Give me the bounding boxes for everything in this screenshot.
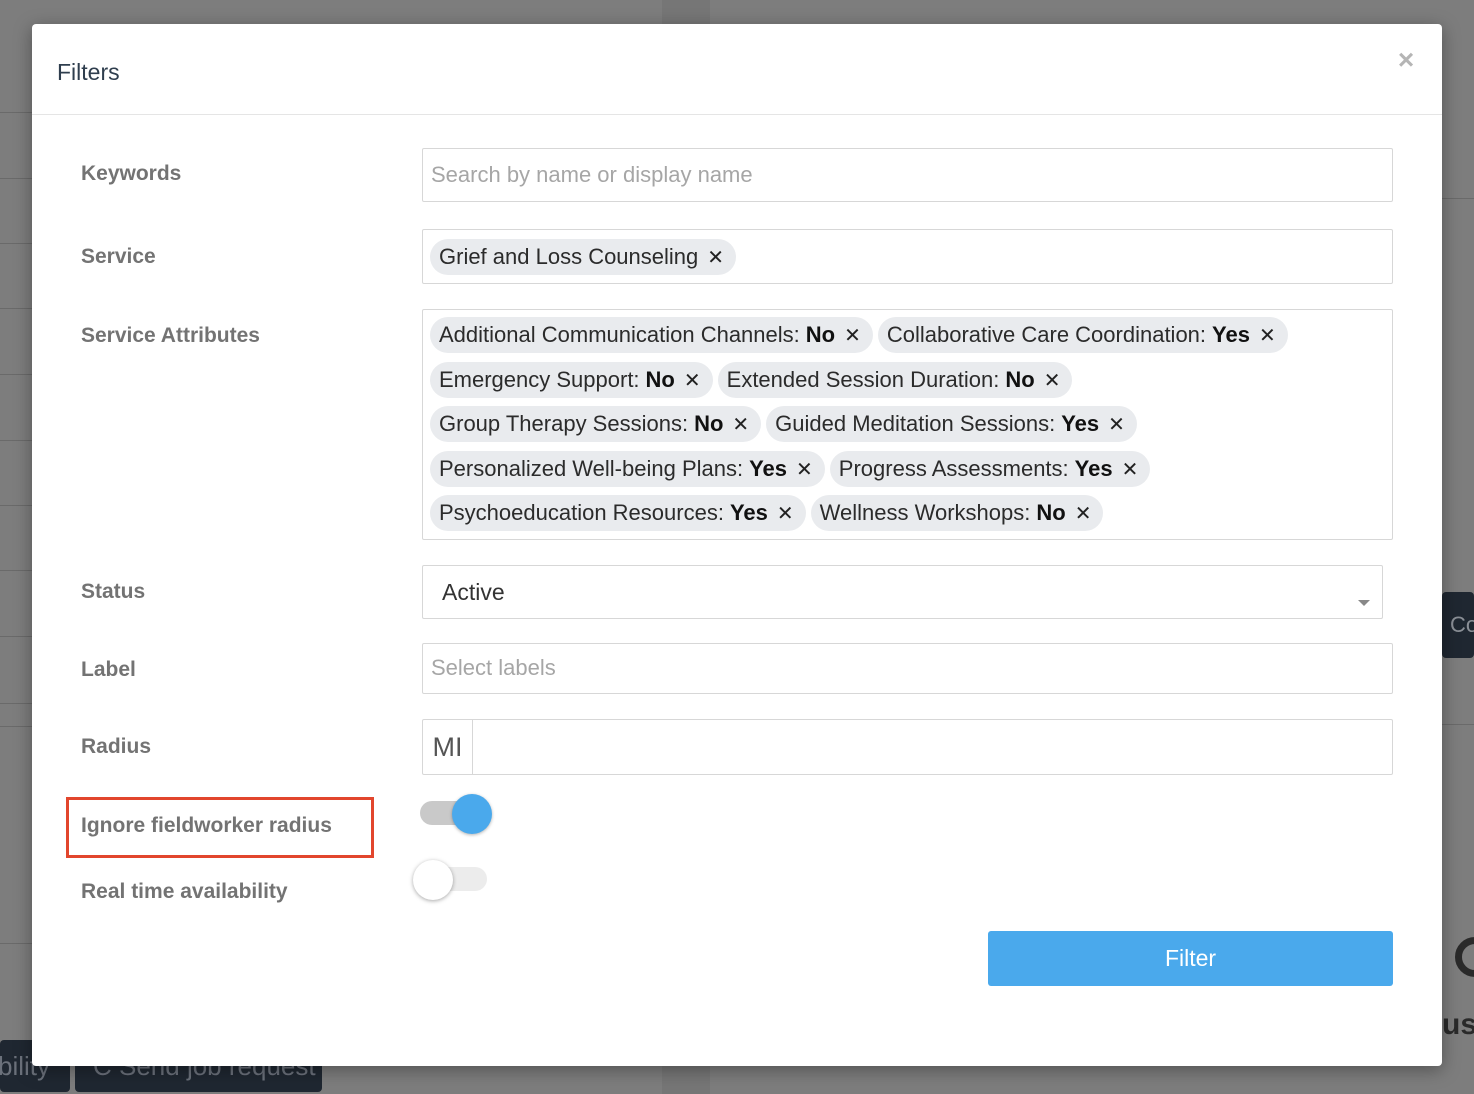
bg-divider bbox=[1442, 724, 1474, 725]
highlight-box bbox=[66, 797, 374, 858]
close-icon[interactable]: × bbox=[1394, 46, 1418, 74]
bg-divider bbox=[1442, 198, 1474, 199]
service-tag-label: Grief and Loss Counseling bbox=[439, 244, 699, 269]
service-attributes-select[interactable]: Additional Communication Channels: No ✕ Co… bbox=[422, 309, 1393, 540]
bg-column bbox=[662, 1066, 710, 1094]
labels-placeholder: Select labels bbox=[431, 655, 556, 680]
label-label: Label bbox=[81, 658, 136, 681]
bg-right-button: Co bbox=[1442, 592, 1474, 658]
attribute-tag: Personalized Well-being Plans: Yes ✕ bbox=[430, 451, 825, 487]
modal-header: Filters × bbox=[32, 24, 1442, 115]
labels-select[interactable]: Select labels bbox=[422, 643, 1393, 694]
service-label: Service bbox=[81, 245, 156, 268]
bg-divider bbox=[0, 112, 34, 113]
attribute-tag: Psychoeducation Resources: Yes ✕ bbox=[430, 495, 806, 531]
bg-divider bbox=[0, 636, 34, 637]
radius-unit: MI bbox=[423, 720, 473, 774]
remove-tag-icon[interactable]: ✕ bbox=[1259, 323, 1276, 348]
attribute-row: Additional Communication Channels: No ✕ Co… bbox=[430, 317, 1293, 353]
attribute-row: Psychoeducation Resources: Yes ✕ Wellness … bbox=[430, 495, 1108, 531]
service-select[interactable]: Grief and Loss Counseling ✕ bbox=[422, 229, 1393, 284]
keywords-label: Keywords bbox=[81, 162, 182, 185]
bg-divider bbox=[0, 703, 34, 704]
keywords-input[interactable]: Search by name or display name bbox=[422, 148, 1393, 202]
bg-divider bbox=[0, 943, 34, 944]
remove-tag-icon[interactable]: ✕ bbox=[796, 457, 813, 482]
keywords-placeholder: Search by name or display name bbox=[431, 162, 753, 187]
remove-tag-icon[interactable]: ✕ bbox=[844, 323, 861, 348]
bg-ring-icon bbox=[1455, 937, 1474, 977]
radius-label: Radius bbox=[81, 735, 152, 758]
remove-tag-icon[interactable]: ✕ bbox=[732, 412, 749, 437]
bg-divider bbox=[0, 178, 34, 179]
bg-divider bbox=[0, 308, 34, 309]
remove-tag-icon[interactable]: ✕ bbox=[777, 501, 794, 526]
status-select[interactable]: Active bbox=[422, 565, 1383, 619]
bg-divider bbox=[0, 726, 34, 727]
service-tag: Grief and Loss Counseling ✕ bbox=[430, 239, 737, 275]
attribute-tag: Progress Assessments: Yes ✕ bbox=[829, 451, 1151, 487]
status-label: Status bbox=[81, 580, 146, 603]
bg-divider bbox=[0, 374, 34, 375]
bg-divider bbox=[0, 505, 34, 506]
bg-divider bbox=[0, 440, 34, 441]
remove-tag-icon[interactable]: ✕ bbox=[707, 245, 724, 270]
attribute-row: Emergency Support: No ✕ Extended Session D… bbox=[430, 362, 1077, 398]
service-attributes-label: Service Attributes bbox=[81, 324, 260, 347]
filter-button[interactable]: Filter bbox=[988, 931, 1393, 986]
attribute-row: Personalized Well-being Plans: Yes ✕ Progr… bbox=[430, 451, 1155, 487]
chevron-down-icon bbox=[1358, 600, 1370, 606]
bg-divider bbox=[0, 570, 34, 571]
attribute-tag: Wellness Workshops: No ✕ bbox=[810, 495, 1104, 531]
filters-modal: Filters × Keywords Search by name or dis… bbox=[32, 24, 1442, 1066]
attribute-tag: Collaborative Care Coordination: Yes ✕ bbox=[877, 317, 1288, 353]
status-value: Active bbox=[442, 579, 505, 605]
remove-tag-icon[interactable]: ✕ bbox=[1075, 501, 1092, 526]
remove-tag-icon[interactable]: ✕ bbox=[1108, 412, 1125, 437]
bg-column bbox=[662, 0, 710, 24]
radius-input[interactable]: MI bbox=[422, 719, 1393, 775]
remove-tag-icon[interactable]: ✕ bbox=[684, 368, 701, 393]
toggle-knob bbox=[452, 794, 492, 834]
bg-text: uss bbox=[1442, 1008, 1474, 1041]
attribute-tag: Emergency Support: No ✕ bbox=[430, 362, 713, 398]
attribute-tag: Extended Session Duration: No ✕ bbox=[717, 362, 1073, 398]
attribute-tag: Guided Meditation Sessions: Yes ✕ bbox=[766, 406, 1137, 442]
attribute-row: Group Therapy Sessions: No ✕ Guided Medita… bbox=[430, 406, 1142, 442]
toggle-knob bbox=[413, 860, 453, 900]
real-time-availability-label: Real time availability bbox=[81, 880, 288, 903]
modal-title: Filters bbox=[57, 59, 120, 85]
remove-tag-icon[interactable]: ✕ bbox=[1122, 457, 1139, 482]
attribute-tag: Group Therapy Sessions: No ✕ bbox=[430, 406, 762, 442]
remove-tag-icon[interactable]: ✕ bbox=[1044, 368, 1061, 393]
bg-divider bbox=[0, 243, 34, 244]
attribute-tag: Additional Communication Channels: No ✕ bbox=[430, 317, 873, 353]
